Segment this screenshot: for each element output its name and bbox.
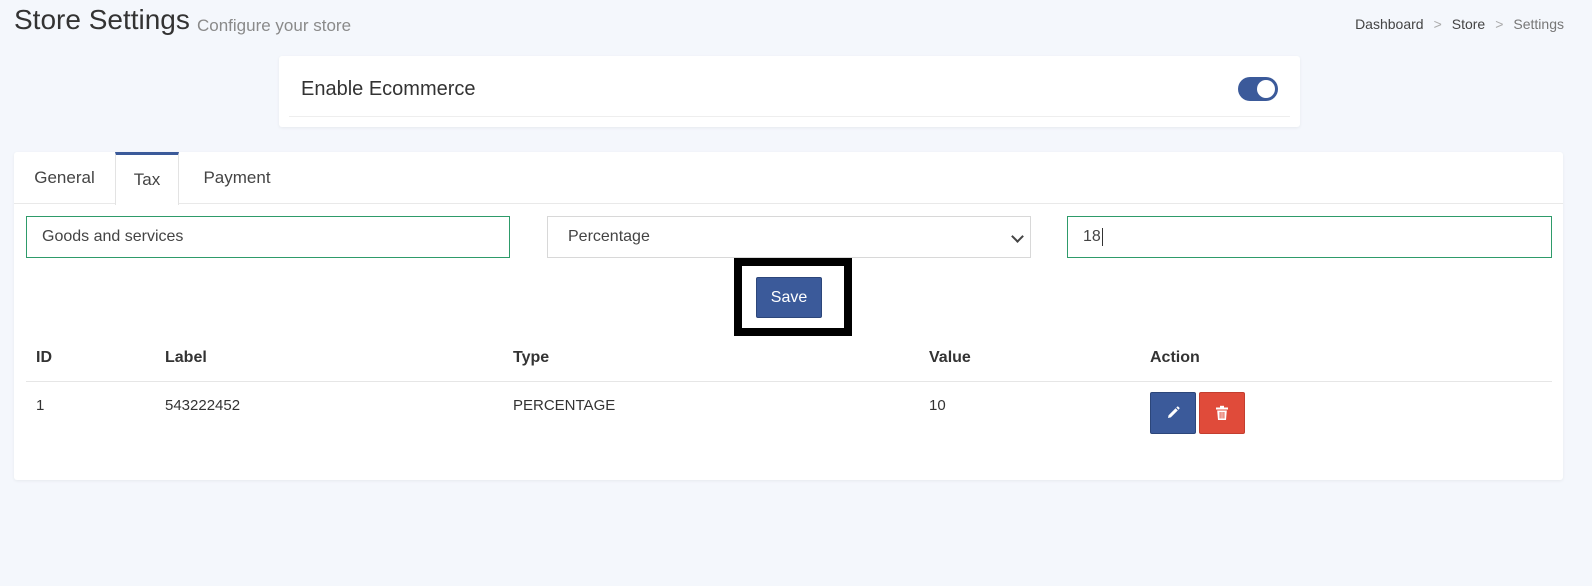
breadcrumb-dashboard[interactable]: Dashboard: [1355, 16, 1424, 32]
ecommerce-label: Enable Ecommerce: [301, 78, 476, 100]
page-title: Store Settings: [14, 4, 190, 35]
toggle-knob: [1257, 80, 1275, 98]
tab-payment[interactable]: Payment: [179, 152, 295, 204]
chevron-down-icon: [1011, 230, 1024, 243]
tax-value-value: 18: [1083, 228, 1101, 245]
tax-type-select[interactable]: Percentage: [547, 216, 1031, 258]
edit-button[interactable]: [1150, 392, 1196, 434]
page-header: Store Settings Configure your store Dash…: [0, 0, 1592, 50]
cell-label: 543222452: [165, 397, 241, 414]
tab-tax[interactable]: Tax: [115, 152, 179, 205]
tax-type-value: Percentage: [568, 228, 650, 245]
tax-label-input[interactable]: Goods and services: [26, 216, 510, 258]
tax-label-value: Goods and services: [42, 228, 184, 245]
breadcrumb-store[interactable]: Store: [1452, 16, 1485, 32]
page-subtitle: Configure your store: [197, 16, 352, 35]
tab-general[interactable]: General: [14, 152, 115, 204]
breadcrumb-separator: >: [1495, 16, 1504, 32]
cell-type: PERCENTAGE: [513, 397, 616, 414]
settings-card: General Tax Payment Goods and services P…: [14, 152, 1563, 480]
breadcrumb-settings: Settings: [1513, 16, 1564, 32]
save-button[interactable]: Save: [756, 277, 822, 318]
ecommerce-card: Enable Ecommerce: [279, 56, 1300, 127]
breadcrumb: Dashboard > Store > Settings: [1355, 16, 1564, 32]
tax-value-input[interactable]: 18: [1067, 216, 1552, 258]
column-header-id: ID: [36, 349, 52, 366]
cell-value: 10: [929, 397, 946, 414]
column-header-type: Type: [513, 349, 550, 366]
column-header-action: Action: [1150, 349, 1200, 366]
trash-icon: [1216, 405, 1228, 420]
pencil-icon: [1168, 406, 1180, 418]
divider: [289, 116, 1290, 117]
ecommerce-toggle[interactable]: [1238, 77, 1278, 101]
column-header-value: Value: [929, 349, 971, 366]
cell-id: 1: [36, 397, 45, 414]
tab-bar: General Tax Payment: [14, 152, 1563, 205]
delete-button[interactable]: [1199, 392, 1245, 434]
column-header-label: Label: [165, 349, 207, 366]
breadcrumb-separator: >: [1433, 16, 1442, 32]
text-cursor: [1101, 228, 1103, 246]
table-header-divider: [26, 381, 1552, 382]
